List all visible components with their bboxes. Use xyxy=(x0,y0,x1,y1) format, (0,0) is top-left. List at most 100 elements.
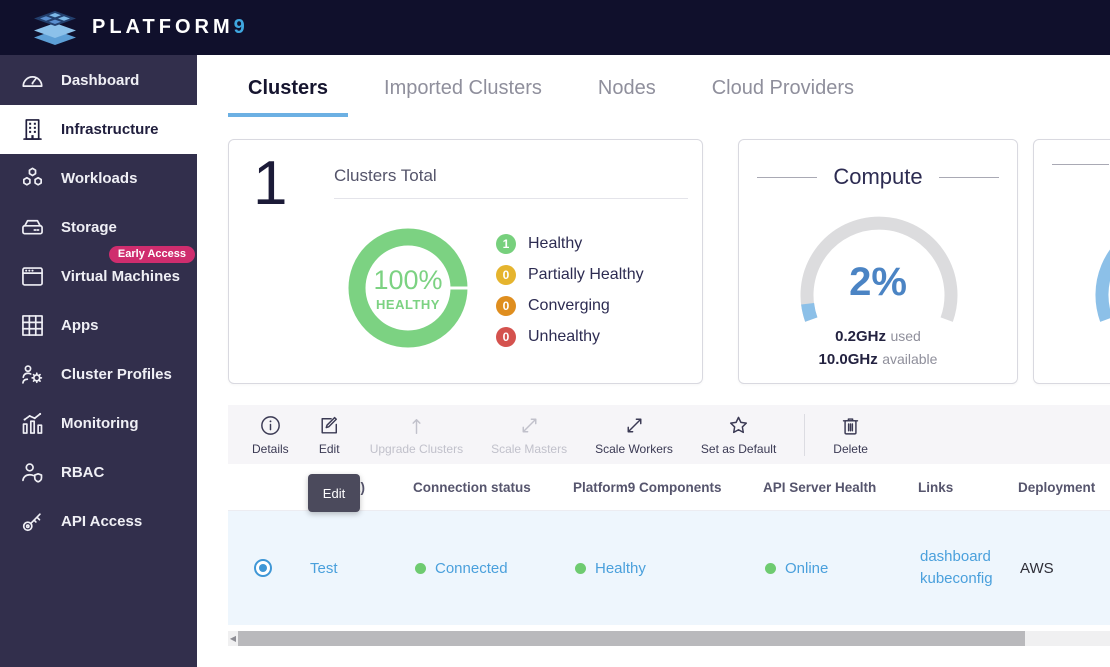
set-as-default-button[interactable]: Set as Default xyxy=(687,413,790,456)
scale-workers-label: Scale Workers xyxy=(595,442,673,456)
row-radio-selected[interactable] xyxy=(254,559,272,577)
sidebar-item-cluster-profiles[interactable]: Cluster Profiles xyxy=(0,350,197,399)
compute-available: 10.0GHz available xyxy=(739,348,1017,371)
donut-center-text: 100% HEALTHY xyxy=(348,228,468,348)
sidebar-item-apps[interactable]: Apps xyxy=(0,301,197,350)
header-platform9-components[interactable]: Platform9 Components xyxy=(563,480,753,495)
legend-label: Converging xyxy=(528,297,610,315)
app-header: PLATFORM9 xyxy=(0,0,1110,55)
row-api-health-cell: Online xyxy=(753,560,908,577)
sidebar-item-storage[interactable]: Storage xyxy=(0,203,197,252)
compute-percent: 2% xyxy=(739,260,1017,305)
horizontal-scrollbar[interactable]: ◀ xyxy=(228,631,1110,646)
header-api-server-health[interactable]: API Server Health xyxy=(753,480,908,495)
edit-button[interactable]: Edit xyxy=(303,413,356,456)
upgrade-clusters-button[interactable]: Upgrade Clusters xyxy=(356,413,477,456)
edit-label: Edit xyxy=(319,442,340,456)
kubeconfig-link[interactable]: kubeconfig xyxy=(920,568,1008,590)
legend-item-healthy: 1 Healthy xyxy=(496,234,644,254)
compute-used: 0.2GHz used xyxy=(739,325,1017,348)
details-button[interactable]: Details xyxy=(238,413,303,456)
row-name-cell: Test xyxy=(298,560,403,577)
converging-count-badge: 0 xyxy=(496,296,516,316)
trash-icon xyxy=(838,413,863,438)
cluster-table-row[interactable]: Test Connected Healthy Online dashboard … xyxy=(228,511,1110,625)
dashboard-link[interactable]: dashboard xyxy=(920,546,1008,568)
header-links[interactable]: Links xyxy=(908,480,1008,495)
tab-imported-clusters[interactable]: Imported Clusters xyxy=(364,77,562,117)
delete-button[interactable]: Delete xyxy=(819,413,882,456)
storage-icon xyxy=(19,214,46,241)
clusters-total-card: 1 Clusters Total 100% HEALTHY 1 Healthy xyxy=(228,139,703,384)
donut-percent: 100% xyxy=(373,265,442,296)
tab-cloud-providers[interactable]: Cloud Providers xyxy=(692,77,874,117)
summary-cards: 1 Clusters Total 100% HEALTHY 1 Healthy xyxy=(228,139,1110,384)
cluster-profiles-icon xyxy=(19,361,46,388)
platform9-logo-icon xyxy=(30,9,80,47)
scale-arrows-icon xyxy=(622,413,647,438)
header-deployment[interactable]: Deployment xyxy=(1008,480,1110,495)
health-donut-chart: 100% HEALTHY xyxy=(348,228,468,348)
main-content: Clusters Imported Clusters Nodes Cloud P… xyxy=(197,55,1110,667)
sidebar-item-label: Cluster Profiles xyxy=(61,366,172,383)
toolbar-divider xyxy=(804,414,805,456)
row-connection-cell: Connected xyxy=(403,560,563,577)
scroll-left-arrow-icon[interactable]: ◀ xyxy=(228,631,238,646)
delete-label: Delete xyxy=(833,442,868,456)
edit-tooltip: Edit xyxy=(308,474,360,512)
cluster-tabs: Clusters Imported Clusters Nodes Cloud P… xyxy=(197,55,1110,117)
sidebar-item-label: API Access xyxy=(61,513,142,530)
cluster-name-link[interactable]: Test xyxy=(310,560,338,577)
compute-card-title-row: Compute xyxy=(757,164,999,190)
sidebar-item-rbac[interactable]: RBAC xyxy=(0,448,197,497)
components-status-text: Healthy xyxy=(595,560,646,577)
unhealthy-count-badge: 0 xyxy=(496,327,516,347)
edit-icon xyxy=(317,413,342,438)
sidebar-item-virtual-machines[interactable]: Early Access Virtual Machines xyxy=(0,252,197,301)
partially-healthy-count-badge: 0 xyxy=(496,265,516,285)
title-line-left xyxy=(1052,164,1109,165)
tab-nodes[interactable]: Nodes xyxy=(578,77,676,117)
sidebar-item-label: Storage xyxy=(61,219,117,236)
sidebar-item-dashboard[interactable]: Dashboard xyxy=(0,56,197,105)
apps-icon xyxy=(19,312,46,339)
sidebar-item-workloads[interactable]: Workloads xyxy=(0,154,197,203)
sidebar-item-api-access[interactable]: API Access xyxy=(0,497,197,546)
legend-item-converging: 0 Converging xyxy=(496,296,644,316)
online-status-dot xyxy=(765,563,776,574)
api-access-icon xyxy=(19,508,46,535)
sidebar-item-infrastructure[interactable]: Infrastructure xyxy=(0,105,197,154)
scrollbar-thumb[interactable] xyxy=(238,631,1025,646)
arrow-up-icon xyxy=(404,413,429,438)
monitoring-icon xyxy=(19,410,46,437)
cluster-actions-toolbar: Details Edit Upgrade Clusters Scale Mast… xyxy=(228,405,1110,464)
sidebar-item-label: Dashboard xyxy=(61,72,139,89)
header-connection-status[interactable]: Connection status xyxy=(403,480,563,495)
api-health-status-text: Online xyxy=(785,560,828,577)
connected-status-dot xyxy=(415,563,426,574)
connection-status-text: Connected xyxy=(435,560,508,577)
compute-stats: 0.2GHz used 10.0GHz available xyxy=(739,325,1017,371)
legend-label: Partially Healthy xyxy=(528,266,644,284)
clusters-count: 1 xyxy=(253,148,287,219)
set-as-default-label: Set as Default xyxy=(701,442,776,456)
scale-workers-button[interactable]: Scale Workers xyxy=(581,413,687,456)
donut-label: HEALTHY xyxy=(376,297,440,312)
row-deployment-cell: AWS xyxy=(1008,560,1110,577)
sidebar-item-monitoring[interactable]: Monitoring xyxy=(0,399,197,448)
sidebar-item-label: Virtual Machines xyxy=(61,268,180,285)
healthy-status-dot xyxy=(575,563,586,574)
sidebar: Dashboard Infrastructure Workloads Stora… xyxy=(0,55,197,667)
tab-clusters[interactable]: Clusters xyxy=(228,77,348,117)
healthy-count-badge: 1 xyxy=(496,234,516,254)
legend-item-partially-healthy: 0 Partially Healthy xyxy=(496,265,644,285)
legend-label: Unhealthy xyxy=(528,328,600,346)
clipped-gauge-chart xyxy=(1074,210,1110,340)
clusters-card-title: Clusters Total xyxy=(334,166,688,199)
title-line-right xyxy=(939,177,999,178)
scale-masters-button[interactable]: Scale Masters xyxy=(477,413,581,456)
early-access-badge: Early Access xyxy=(109,246,195,263)
vm-icon xyxy=(19,263,46,290)
sidebar-item-label: RBAC xyxy=(61,464,104,481)
details-label: Details xyxy=(252,442,289,456)
